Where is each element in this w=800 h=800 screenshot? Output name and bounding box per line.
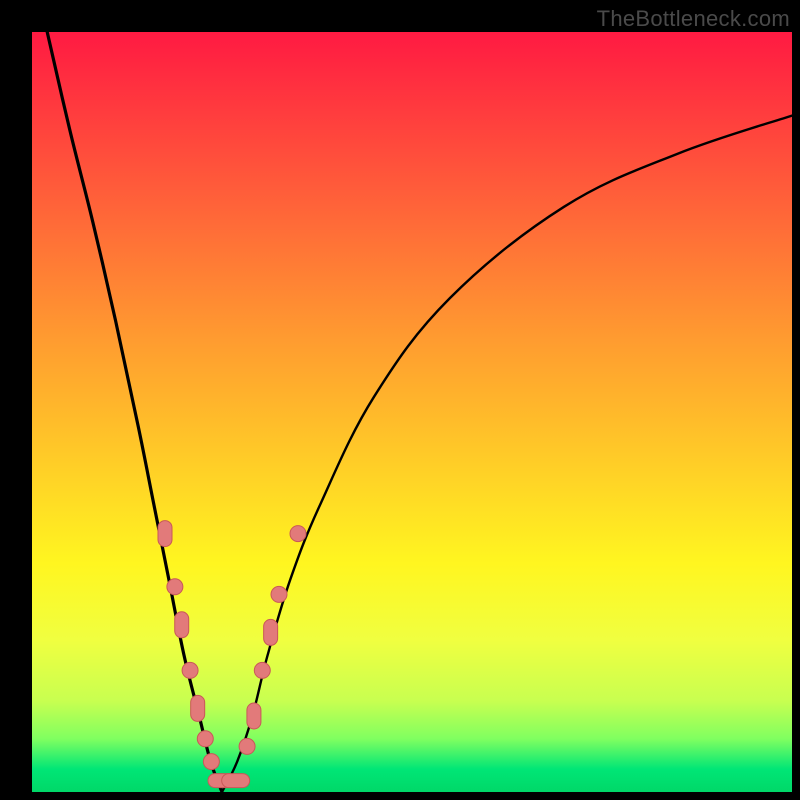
marker-layer	[158, 521, 306, 788]
chart-svg	[32, 32, 792, 792]
sample-marker	[197, 731, 213, 747]
plot-area	[32, 32, 792, 792]
sample-marker	[175, 612, 189, 638]
sample-marker	[264, 619, 278, 645]
sample-marker	[167, 579, 183, 595]
curve-layer	[47, 32, 792, 792]
sample-marker	[182, 662, 198, 678]
sample-marker	[239, 738, 255, 754]
sample-marker	[254, 662, 270, 678]
sample-marker	[203, 754, 219, 770]
sample-marker	[247, 703, 261, 729]
chart-frame: TheBottleneck.com	[0, 0, 800, 800]
sample-marker	[191, 695, 205, 721]
sample-marker	[271, 586, 287, 602]
sample-marker	[290, 526, 306, 542]
watermark-label: TheBottleneck.com	[597, 6, 790, 32]
sample-marker	[222, 774, 250, 788]
sample-marker	[158, 521, 172, 547]
curve-left-branch	[47, 32, 222, 792]
curve-right-branch	[222, 116, 792, 792]
